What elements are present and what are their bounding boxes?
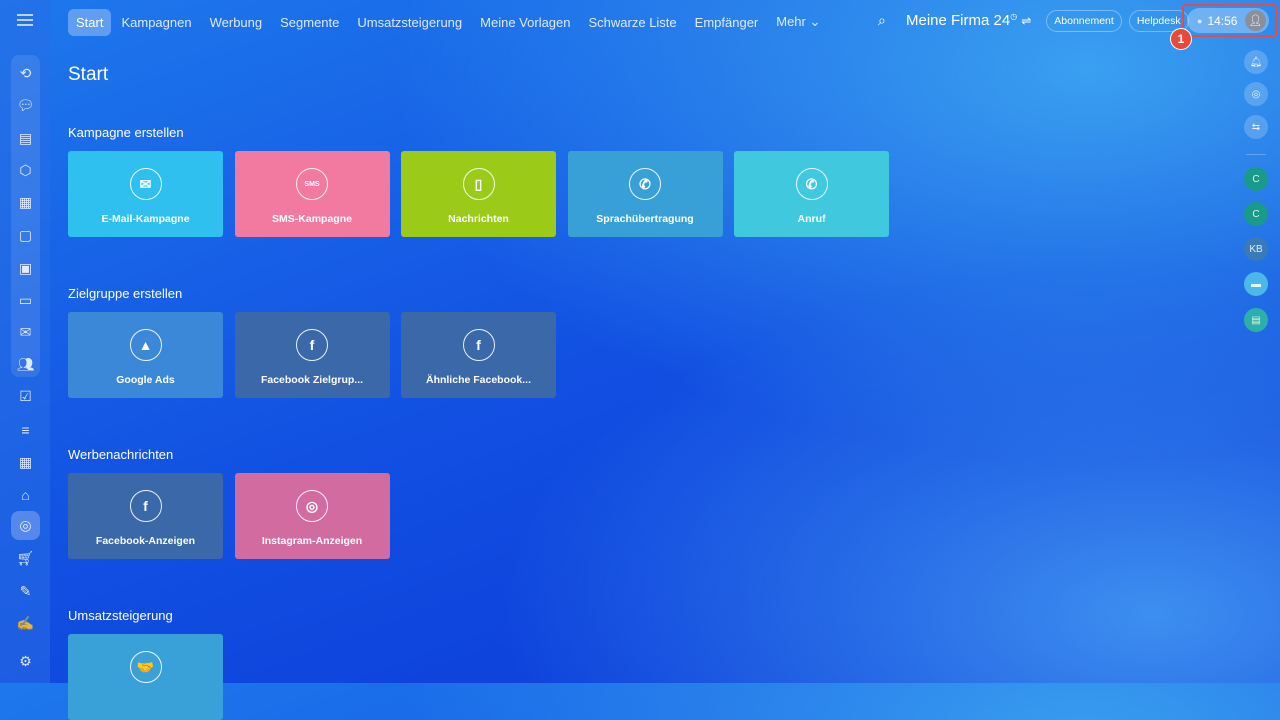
sidebar-marketing-icon[interactable]: ◎	[11, 511, 40, 540]
campaign-card[interactable]: ✉ E-Mail-Kampagne	[68, 151, 223, 237]
sidebar-sign-icon[interactable]: ✍	[11, 609, 40, 638]
section-title: Zielgruppe erstellen	[68, 286, 183, 301]
card-icon: ✆	[629, 168, 661, 200]
card-icon: ▲	[129, 329, 162, 361]
sidebar-settings-icon[interactable]: ⚙	[11, 647, 40, 676]
campaign-card[interactable]: SMS SMS-Kampagne	[234, 151, 390, 237]
bell-icon[interactable]: 🔔︎	[1244, 50, 1268, 74]
right-sidebar: 🔔︎ ◎ ⇆ C C KB ▬ ▤	[1230, 42, 1280, 683]
card-icon: SMS	[296, 168, 328, 200]
contact-avatar[interactable]: C	[1244, 167, 1268, 191]
subscription-button[interactable]: Abonnement	[1046, 9, 1122, 32]
card-label: E-Mail-Kampagne	[101, 213, 190, 225]
search-icon[interactable]: ⌕	[878, 12, 894, 29]
top-navigation: Start Kampagnen Werbung Segmente Umsatzsteig…	[68, 8, 830, 36]
chat-group-icon[interactable]: ▬	[1244, 272, 1268, 296]
card-icon: ✆	[795, 168, 828, 200]
tab-1[interactable]: Start	[68, 8, 112, 36]
card-label: Instagram-Anzeigen	[261, 535, 363, 547]
campaign-card[interactable]: f Facebook Zielgrup...	[234, 312, 390, 398]
settings-sliders-icon[interactable]: ⇌	[1021, 14, 1031, 28]
card-icon: ✉	[129, 168, 162, 200]
annotation-badge: 1	[1170, 28, 1192, 50]
highlight-box	[1182, 4, 1277, 37]
card-icon: f	[129, 490, 162, 522]
sidebar-hexagon-icon[interactable]: ⬡	[11, 156, 40, 185]
left-sidebar: ⟲ 💬︎ ▤ ⬡ ▦ ▢ ▣ ▭ ✉ 👥︎ ☑ ≡ ▦ ⌂ ◎ 🛒︎ ✎ ✍ ⚙	[0, 0, 50, 683]
card-icon: f	[296, 329, 328, 361]
company-label: Meine Firma	[906, 12, 990, 29]
sidebar-store-icon[interactable]: ⌂	[11, 480, 40, 509]
sidebar-chat-icon[interactable]: 💬︎	[11, 91, 40, 120]
sidebar-mail-icon[interactable]: ✉	[11, 318, 40, 347]
page-title: Start	[68, 64, 109, 85]
tab-2[interactable]: Kampagnen	[113, 9, 199, 36]
card-label: Sprachübertragung	[596, 213, 694, 225]
company-suffix: 24	[993, 12, 1011, 29]
divider	[1246, 154, 1266, 155]
activity-icon[interactable]: ◎	[1244, 82, 1268, 106]
chat-transfer-icon[interactable]: ⇆	[1244, 115, 1268, 139]
tab-4[interactable]: Segmente	[272, 9, 347, 36]
campaign-card[interactable]: f Facebook-Anzeigen	[68, 473, 223, 559]
card-label: SMS-Kampagne	[272, 213, 352, 225]
contact-avatar[interactable]: C	[1244, 202, 1268, 226]
tab-9[interactable]: Mehr ⌄	[768, 8, 828, 36]
sidebar-tasks-icon[interactable]: ☑	[11, 382, 40, 411]
tab-7[interactable]: Schwarze Liste	[581, 9, 685, 36]
card-label: Facebook-Anzeigen	[95, 535, 196, 547]
tab-6[interactable]: Meine Vorlagen	[472, 9, 578, 36]
campaign-card[interactable]: ✆ Sprachübertragung	[567, 151, 723, 237]
sidebar-users-icon[interactable]: 👥︎	[11, 350, 40, 379]
campaign-card[interactable]: ✆ Anruf	[734, 151, 889, 237]
sidebar-edit-doc-icon[interactable]: ✎	[11, 577, 40, 606]
sidebar-planner-icon[interactable]: ▦	[11, 448, 40, 477]
tab-3[interactable]: Werbung	[202, 9, 271, 36]
sidebar-feed-icon[interactable]: ⟲	[11, 59, 40, 88]
campaign-card[interactable]: 🤝	[68, 634, 223, 720]
tab-8[interactable]: Empfänger	[687, 9, 767, 36]
card-label: Ähnliche Facebook...	[425, 374, 532, 386]
menu-icon[interactable]	[17, 14, 33, 26]
sidebar-calendar-icon[interactable]: ▦	[11, 188, 40, 217]
header-right: ⌕ Meine Firma 24◷ ⇌ Abonnement Helpdesk	[878, 8, 1189, 33]
campaign-card[interactable]: ▲ Google Ads	[68, 312, 223, 398]
card-icon: ◎	[296, 490, 328, 522]
sidebar-cart-icon[interactable]: 🛒︎	[11, 544, 40, 573]
card-label: Facebook Zielgrup...	[260, 374, 364, 386]
card-label: Nachrichten	[448, 213, 509, 225]
card-label: Google Ads	[116, 374, 175, 386]
contact-avatar[interactable]: KB	[1244, 237, 1268, 261]
sidebar-news-icon[interactable]: ▤	[11, 124, 40, 153]
section-title: Werbenachrichten	[68, 447, 174, 462]
sidebar-presentation-icon[interactable]: ▣	[11, 254, 40, 283]
card-label: Anruf	[797, 213, 826, 225]
sidebar-funnel-icon[interactable]: ≡	[11, 415, 40, 444]
campaign-card[interactable]: f Ähnliche Facebook...	[401, 312, 556, 398]
clock-small-icon: ◷	[1010, 12, 1018, 21]
sidebar-drive-icon[interactable]: ▭	[11, 286, 40, 315]
company-name[interactable]: Meine Firma 24◷	[906, 12, 1017, 29]
card-icon: f	[462, 329, 495, 361]
section-title: Umsatzsteigerung	[68, 608, 173, 623]
campaign-card[interactable]: ◎ Instagram-Anzeigen	[234, 473, 390, 559]
news-channel-icon[interactable]: ▤	[1244, 308, 1268, 332]
card-icon: ▯	[462, 168, 495, 200]
card-icon: 🤝	[129, 651, 162, 683]
campaign-card[interactable]: ▯ Nachrichten	[401, 151, 556, 237]
section-title: Kampagne erstellen	[68, 125, 184, 140]
sidebar-document-icon[interactable]: ▢	[11, 221, 40, 250]
tab-5[interactable]: Umsatzsteigerung	[349, 9, 470, 36]
